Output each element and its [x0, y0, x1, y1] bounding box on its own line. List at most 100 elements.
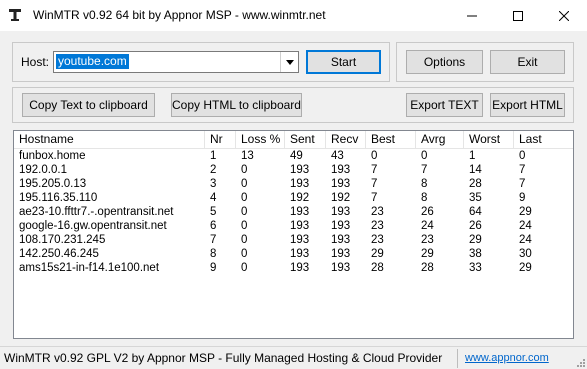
cell-recv: 193: [331, 262, 351, 274]
cell-recv: 193: [331, 220, 351, 232]
cell-avrg: 29: [421, 248, 434, 260]
cell-nr: 6: [210, 220, 217, 232]
options-button-label: Options: [423, 55, 466, 69]
cell-avrg: 7: [421, 164, 428, 176]
host-combobox[interactable]: youtube.com: [53, 51, 299, 73]
cell-loss: 0: [241, 248, 248, 260]
status-separator: [457, 349, 458, 368]
column-header-worst[interactable]: Worst: [464, 131, 514, 148]
table-row[interactable]: 192.0.0.1 2 0 193 193 7 7 14 7: [14, 163, 573, 177]
cell-recv: 193: [331, 178, 351, 190]
cell-worst: 1: [469, 150, 476, 162]
cell-last: 24: [519, 220, 532, 232]
cell-nr: 5: [210, 206, 217, 218]
column-header-last[interactable]: Last: [514, 131, 573, 148]
export-html-button[interactable]: Export HTML: [490, 93, 565, 117]
cell-worst: 33: [469, 262, 482, 274]
cell-last: 24: [519, 234, 532, 246]
cell-loss: 0: [241, 220, 248, 232]
maximize-button[interactable]: [495, 0, 541, 31]
cell-best: 23: [371, 234, 384, 246]
resize-grip-icon[interactable]: [575, 357, 585, 367]
cell-avrg: 8: [421, 192, 428, 204]
options-button[interactable]: Options: [406, 50, 483, 74]
minimize-button[interactable]: [449, 0, 495, 31]
cell-hostname: 195.116.35.110: [19, 192, 98, 204]
column-header-hostname[interactable]: Hostname: [14, 131, 205, 148]
cell-avrg: 23: [421, 234, 434, 246]
table-row[interactable]: ae23-10.ffttr7.-.opentransit.net 5 0 193 193…: [14, 205, 573, 219]
cell-nr: 7: [210, 234, 217, 246]
cell-recv: 43: [331, 150, 344, 162]
cell-last: 0: [519, 150, 526, 162]
table-row[interactable]: funbox.home 1 13 49 43 0 0 1 0: [14, 149, 573, 163]
cell-loss: 0: [241, 234, 248, 246]
cell-sent: 193: [290, 262, 310, 274]
cell-loss: 13: [241, 150, 254, 162]
cell-worst: 35: [469, 192, 482, 204]
cell-hostname: google-16.gw.opentransit.net: [19, 220, 167, 232]
cell-hostname: funbox.home: [19, 150, 86, 162]
cell-sent: 193: [290, 206, 310, 218]
table-row[interactable]: 108.170.231.245 7 0 193 193 23 23 29 24: [14, 233, 573, 247]
cell-worst: 28: [469, 178, 482, 190]
cell-last: 7: [519, 178, 526, 190]
copy-html-button[interactable]: Copy HTML to clipboard: [171, 93, 302, 117]
status-bar: WinMTR v0.92 GPL V2 by Appnor MSP - Full…: [0, 346, 587, 369]
host-input-value[interactable]: youtube.com: [56, 54, 129, 69]
cell-worst: 14: [469, 164, 482, 176]
table-row[interactable]: google-16.gw.opentransit.net 6 0 193 193 23 24…: [14, 219, 573, 233]
column-header-recv[interactable]: Recv: [326, 131, 366, 148]
cell-avrg: 24: [421, 220, 434, 232]
cell-avrg: 8: [421, 178, 428, 190]
column-header-avrg[interactable]: Avrg: [416, 131, 464, 148]
cell-best: 23: [371, 206, 384, 218]
title-bar[interactable]: WinMTR v0.92 64 bit by Appnor MSP - www.…: [0, 0, 587, 31]
cell-recv: 193: [331, 234, 351, 246]
start-button[interactable]: Start: [306, 50, 381, 74]
cell-last: 29: [519, 206, 532, 218]
copy-html-button-label: Copy HTML to clipboard: [172, 98, 301, 112]
cell-nr: 3: [210, 178, 217, 190]
host-dropdown-button[interactable]: [280, 52, 298, 72]
cell-best: 0: [371, 150, 378, 162]
column-header-nr[interactable]: Nr: [205, 131, 236, 148]
cell-best: 23: [371, 220, 384, 232]
column-header-sent[interactable]: Sent: [285, 131, 326, 148]
column-header-best[interactable]: Best: [366, 131, 416, 148]
close-button[interactable]: [541, 0, 587, 31]
results-table[interactable]: Hostname Nr Loss % Sent Recv Best Avrg W…: [13, 130, 574, 339]
cell-best: 7: [371, 178, 378, 190]
cell-worst: 26: [469, 220, 482, 232]
exit-button[interactable]: Exit: [490, 50, 565, 74]
copy-text-button-label: Copy Text to clipboard: [29, 98, 148, 112]
app-icon: [9, 9, 21, 21]
cell-avrg: 28: [421, 262, 434, 274]
cell-hostname: 195.205.0.13: [19, 178, 87, 190]
cell-nr: 1: [210, 150, 217, 162]
table-row[interactable]: 195.205.0.13 3 0 193 193 7 8 28 7: [14, 177, 573, 191]
cell-best: 7: [371, 192, 378, 204]
exit-button-label: Exit: [517, 55, 538, 69]
cell-hostname: 142.250.46.245: [19, 248, 99, 260]
minimize-icon: [467, 15, 477, 16]
table-row[interactable]: 195.116.35.110 4 0 192 192 7 8 35 9: [14, 191, 573, 205]
cell-nr: 8: [210, 248, 217, 260]
column-header-loss[interactable]: Loss %: [236, 131, 285, 148]
cell-recv: 193: [331, 248, 351, 260]
cell-loss: 0: [241, 178, 248, 190]
cell-best: 29: [371, 248, 384, 260]
export-text-button-label: Export TEXT: [410, 98, 479, 112]
close-icon: [559, 10, 569, 21]
export-text-button[interactable]: Export TEXT: [406, 93, 483, 117]
cell-last: 29: [519, 262, 532, 274]
window-title: WinMTR v0.92 64 bit by Appnor MSP - www.…: [33, 8, 326, 22]
host-label: Host:: [21, 55, 50, 69]
chevron-down-icon: [285, 59, 294, 65]
cell-sent: 193: [290, 164, 310, 176]
copy-text-button[interactable]: Copy Text to clipboard: [22, 93, 155, 117]
table-row[interactable]: 142.250.46.245 8 0 193 193 29 29 38 30: [14, 247, 573, 261]
cell-last: 30: [519, 248, 532, 260]
table-row[interactable]: ams15s21-in-f14.1e100.net 9 0 193 193 28 28 33 2…: [14, 261, 573, 275]
appnor-link[interactable]: www.appnor.com: [465, 352, 549, 364]
